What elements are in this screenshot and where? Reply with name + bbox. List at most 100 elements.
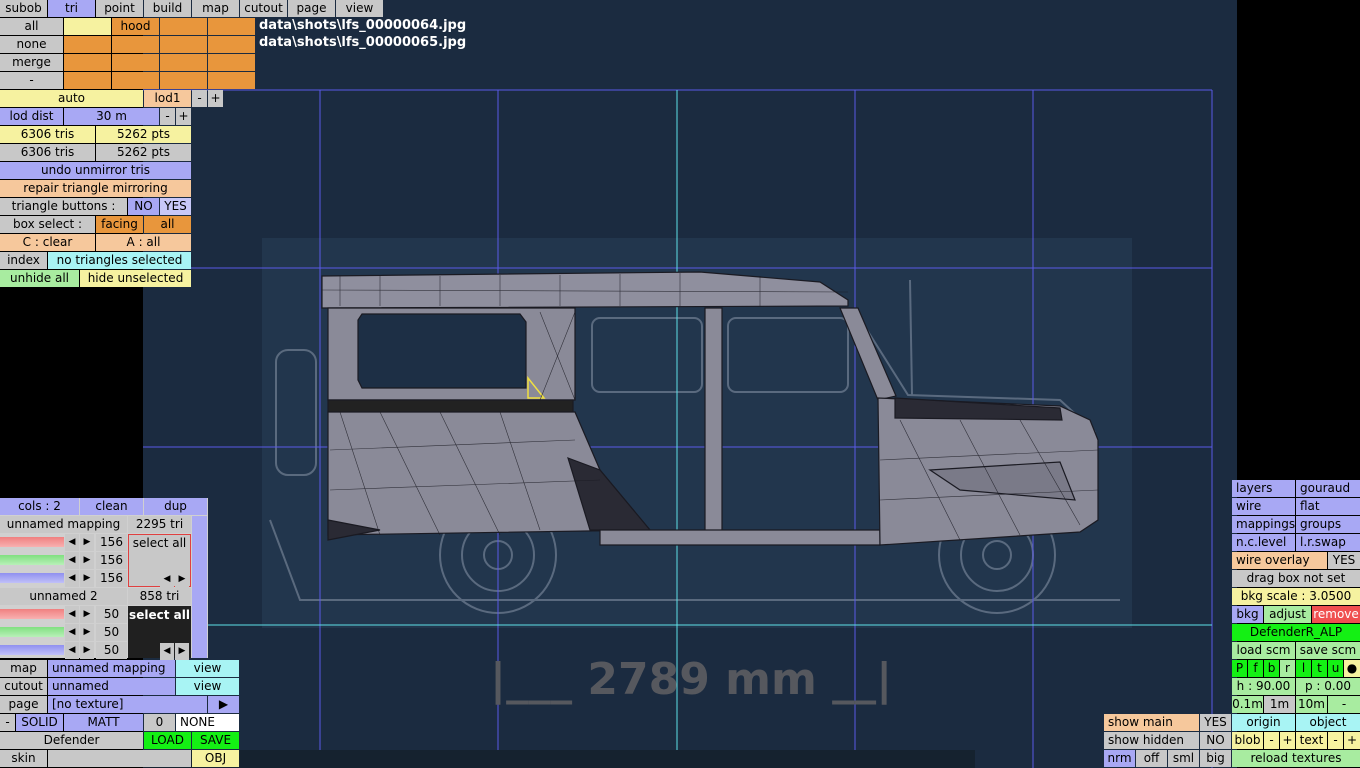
show-hidden-label[interactable]: show hidden (1104, 732, 1199, 749)
show-main-toggle[interactable]: YES (1200, 714, 1231, 731)
blue-2-decrement-button[interactable]: ◀ (65, 642, 79, 659)
clean-button[interactable]: clean (80, 498, 143, 515)
blue-increment-button[interactable]: ▶ (80, 570, 94, 587)
repair-mirroring-button[interactable]: repair triangle mirroring (0, 180, 191, 197)
material-minus-button[interactable]: - (0, 714, 15, 731)
heading-value[interactable]: h : 90.00 (1232, 678, 1295, 695)
blue-slider-2[interactable] (0, 645, 64, 655)
green-slider-2[interactable] (0, 627, 64, 637)
groups-button[interactable]: groups (1296, 516, 1360, 533)
view-perspective-button[interactable]: P (1232, 660, 1247, 677)
green-slider[interactable] (0, 555, 64, 565)
subob-slot[interactable] (112, 36, 159, 53)
size-big-button[interactable]: big (1200, 750, 1231, 767)
blob-minus-button[interactable]: - (1264, 732, 1279, 749)
reload-textures-button[interactable]: reload textures (1232, 750, 1360, 767)
box-select-facing[interactable]: facing (96, 216, 143, 233)
mapping-1-next-button[interactable]: ▶ (175, 571, 189, 588)
subob-slot[interactable] (160, 72, 207, 89)
mapping-list-scrollbar[interactable] (192, 516, 207, 658)
unhide-all-button[interactable]: unhide all (0, 270, 79, 287)
red-2-decrement-button[interactable]: ◀ (65, 606, 79, 623)
mapping-1-select-all[interactable]: select all (129, 535, 190, 552)
subob-slot[interactable] (208, 18, 255, 35)
lod-minus-button[interactable]: - (192, 90, 207, 107)
box-select-all[interactable]: all (144, 216, 191, 233)
mapping-1-prev-button[interactable]: ◀ (160, 571, 174, 588)
grid-10m-button[interactable]: 10m (1296, 696, 1327, 713)
view-under-button[interactable]: u (1328, 660, 1343, 677)
tab-build[interactable]: build (144, 0, 191, 17)
tab-cutout[interactable]: cutout (240, 0, 287, 17)
subob-slot[interactable] (208, 72, 255, 89)
material-none[interactable]: NONE (176, 714, 239, 731)
subob-slot[interactable] (64, 54, 111, 71)
grid-1m-button[interactable]: 1m (1264, 696, 1295, 713)
green-increment-button[interactable]: ▶ (80, 552, 94, 569)
tab-tri[interactable]: tri (48, 0, 95, 17)
mappings-button[interactable]: mappings (1232, 516, 1295, 533)
view-dot-button[interactable]: ● (1344, 660, 1360, 677)
all-shortcut[interactable]: A : all (96, 234, 191, 251)
flat-button[interactable]: flat (1296, 498, 1360, 515)
tab-point[interactable]: point (96, 0, 143, 17)
subob-none-button[interactable]: none (0, 36, 63, 53)
text-plus-button[interactable]: + (1344, 732, 1360, 749)
tab-map[interactable]: map (192, 0, 239, 17)
blue-2-increment-button[interactable]: ▶ (80, 642, 94, 659)
subob-slot[interactable] (112, 72, 159, 89)
grid-01m-button[interactable]: 0.1m (1232, 696, 1263, 713)
view-top-button[interactable]: t (1312, 660, 1327, 677)
bkg-scale[interactable]: bkg scale : 3.0500 (1232, 588, 1360, 605)
save-scm-button[interactable]: save scm (1296, 642, 1360, 659)
grid-minus-button[interactable]: - (1328, 696, 1360, 713)
green-decrement-button[interactable]: ◀ (65, 552, 79, 569)
page-next-button[interactable]: ▶ (208, 696, 239, 713)
size-sml-button[interactable]: sml (1168, 750, 1199, 767)
mapping-2-next-button[interactable]: ▶ (175, 643, 189, 660)
adjust-button[interactable]: adjust (1264, 606, 1311, 623)
subob-slot[interactable] (64, 36, 111, 53)
nc-level-button[interactable]: n.c.level (1232, 534, 1295, 551)
view-front-button[interactable]: f (1248, 660, 1263, 677)
subob-slot-1[interactable] (64, 18, 111, 35)
subob-merge-button[interactable]: merge (0, 54, 63, 71)
blob-plus-button[interactable]: + (1280, 732, 1295, 749)
lod-auto-button[interactable]: auto (0, 90, 143, 107)
red-slider[interactable] (0, 537, 64, 547)
bkg-button[interactable]: bkg (1232, 606, 1263, 623)
solid-button[interactable]: SOLID (16, 714, 63, 731)
red-decrement-button[interactable]: ◀ (65, 534, 79, 551)
hide-unselected-button[interactable]: hide unselected (80, 270, 191, 287)
background-name[interactable]: DefenderR_ALP (1232, 624, 1360, 641)
show-main-label[interactable]: show main (1104, 714, 1199, 731)
clear-shortcut[interactable]: C : clear (0, 234, 95, 251)
subob-minus-button[interactable]: - (0, 72, 63, 89)
subob-slot[interactable] (112, 54, 159, 71)
wire-overlay-label[interactable]: wire overlay (1232, 552, 1327, 569)
mapping-2-prev-button[interactable]: ◀ (160, 643, 174, 660)
red-2-increment-button[interactable]: ▶ (80, 606, 94, 623)
subob-slot[interactable] (160, 54, 207, 71)
red-increment-button[interactable]: ▶ (80, 534, 94, 551)
subob-slot[interactable] (160, 36, 207, 53)
wire-overlay-toggle[interactable]: YES (1328, 552, 1360, 569)
blue-slider[interactable] (0, 573, 64, 583)
subob-slot[interactable] (208, 36, 255, 53)
tab-subob[interactable]: subob (0, 0, 47, 17)
view-right-button[interactable]: r (1280, 660, 1295, 677)
load-button[interactable]: LOAD (144, 732, 191, 749)
object-button[interactable]: object (1296, 714, 1360, 731)
subob-slot[interactable] (64, 72, 111, 89)
subob-slot[interactable] (160, 18, 207, 35)
lod1-button[interactable]: lod1 (144, 90, 191, 107)
remove-button[interactable]: remove (1312, 606, 1360, 623)
origin-button[interactable]: origin (1232, 714, 1295, 731)
lr-swap-button[interactable]: l.r.swap (1296, 534, 1360, 551)
load-scm-button[interactable]: load scm (1232, 642, 1295, 659)
tab-page[interactable]: page (288, 0, 335, 17)
show-hidden-toggle[interactable]: NO (1200, 732, 1231, 749)
mapping-1-name[interactable]: unnamed mapping (0, 516, 127, 533)
view-back-button[interactable]: b (1264, 660, 1279, 677)
triangle-buttons-no[interactable]: NO (128, 198, 159, 215)
